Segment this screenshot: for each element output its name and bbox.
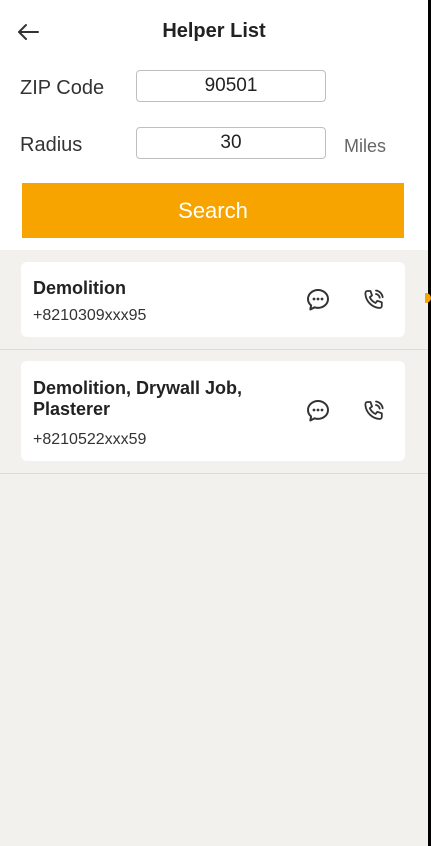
- helper-phone: +8210522xxx59: [33, 431, 147, 448]
- radius-unit: Miles: [344, 136, 387, 156]
- phone-call-icon[interactable]: [361, 398, 387, 424]
- divider: [0, 349, 428, 350]
- zip-input[interactable]: [136, 70, 326, 102]
- zip-label: ZIP Code: [20, 77, 105, 99]
- chat-icon[interactable]: [305, 398, 331, 424]
- search-button[interactable]: Search: [22, 183, 404, 238]
- app-header: Helper List: [0, 0, 428, 64]
- divider: [0, 473, 428, 474]
- helper-title: Demolition, Drywall Job, Plasterer: [33, 378, 243, 419]
- helper-card[interactable]: Demolition +8210309xxx95: [21, 262, 405, 337]
- helper-title: Demolition: [33, 278, 126, 298]
- helper-phone: +8210309xxx95: [33, 307, 147, 324]
- radius-label: Radius: [20, 134, 83, 156]
- phone-call-icon[interactable]: [361, 287, 387, 313]
- radius-input[interactable]: [136, 127, 326, 159]
- helper-card[interactable]: Demolition, Drywall Job, Plasterer +8210…: [21, 361, 405, 461]
- search-panel: Helper List ZIP Code Radius Miles Search: [0, 0, 428, 250]
- chat-icon[interactable]: [305, 287, 331, 313]
- arrow-left-icon[interactable]: [14, 18, 42, 46]
- page-title: Helper List: [162, 20, 266, 42]
